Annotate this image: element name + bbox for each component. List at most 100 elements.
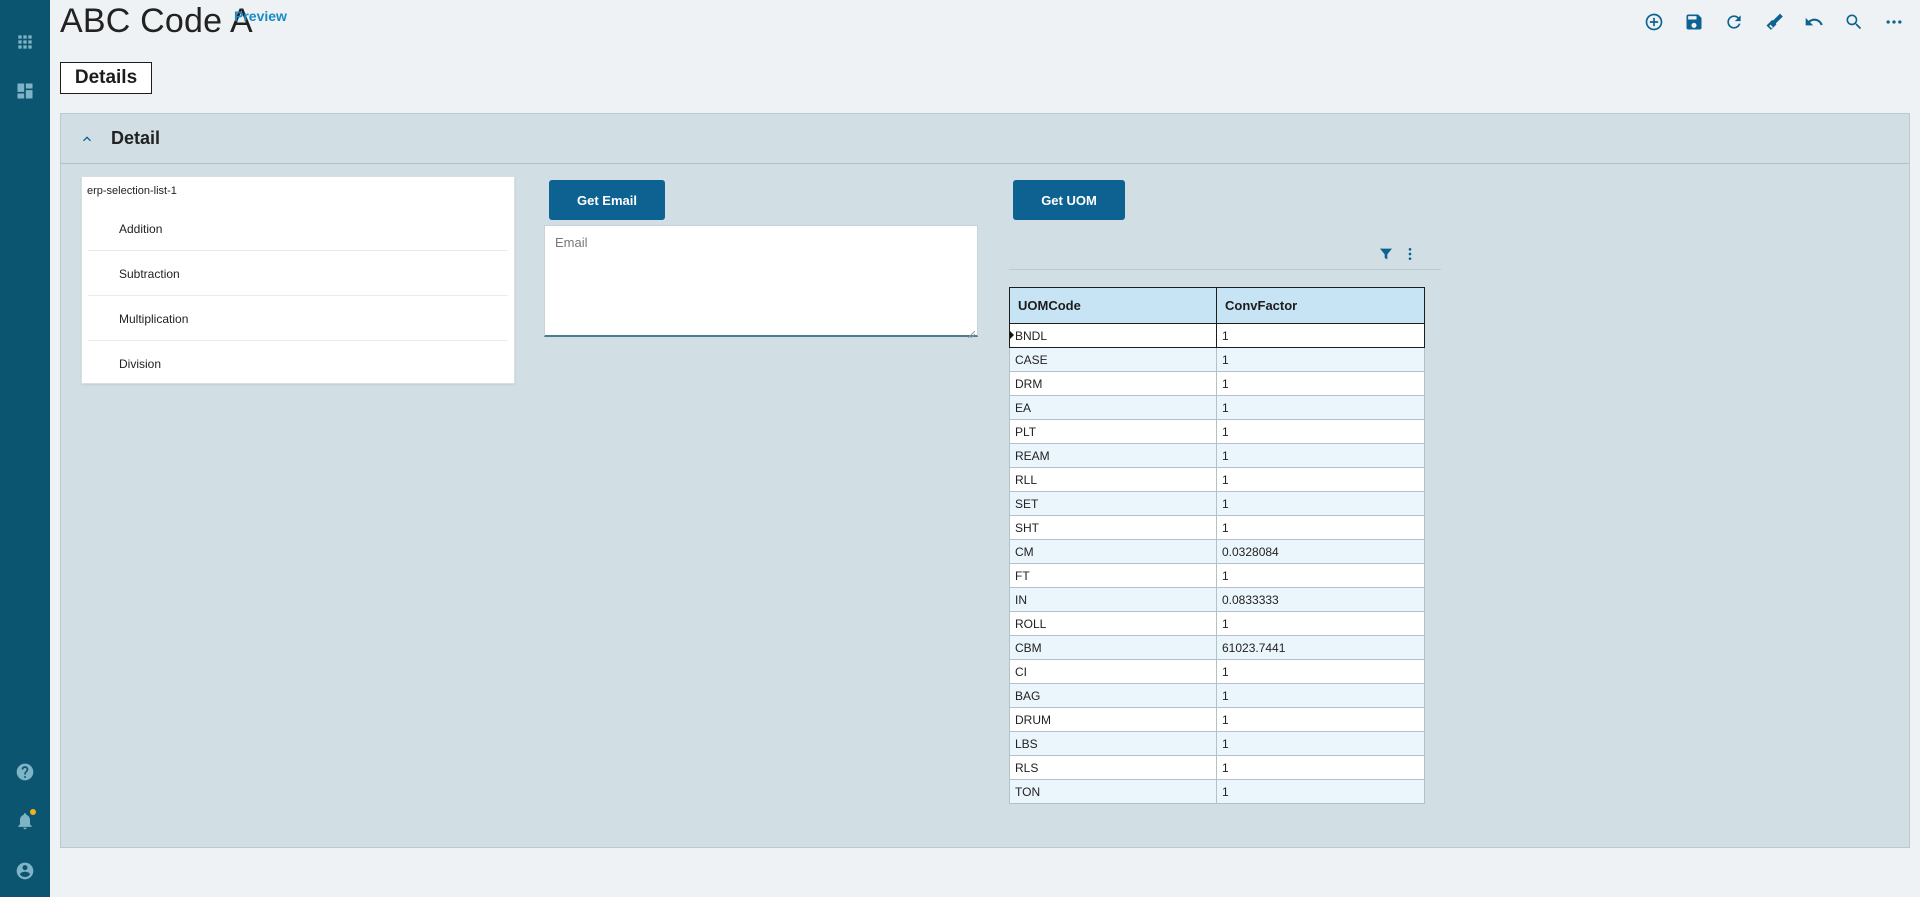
cell-convfactor[interactable]: 1: [1216, 755, 1425, 780]
cell-uomcode[interactable]: LBS: [1009, 731, 1217, 756]
help-icon[interactable]: [13, 760, 37, 784]
save-icon[interactable]: [1682, 10, 1706, 34]
more-vertical-icon[interactable]: [1401, 245, 1419, 263]
filter-icon[interactable]: [1377, 245, 1395, 263]
cell-uomcode[interactable]: BNDL: [1009, 323, 1217, 348]
cell-uomcode[interactable]: CASE: [1009, 347, 1217, 372]
table-row[interactable]: CM 0.0328084: [1009, 539, 1425, 564]
cell-convfactor[interactable]: 0.0833333: [1216, 587, 1425, 612]
row-indicator-icon: [1010, 331, 1014, 339]
table-row[interactable]: FT 1: [1009, 563, 1425, 588]
table-row[interactable]: DRUM 1: [1009, 707, 1425, 732]
cell-uomcode[interactable]: CM: [1009, 539, 1217, 564]
left-rail: [0, 0, 50, 897]
email-textarea[interactable]: [545, 226, 977, 335]
user-icon[interactable]: [13, 859, 37, 883]
column-header-convfactor[interactable]: ConvFactor: [1216, 287, 1425, 324]
cell-convfactor[interactable]: 1: [1216, 683, 1425, 708]
cell-convfactor[interactable]: 1: [1216, 563, 1425, 588]
cell-convfactor[interactable]: 0.0328084: [1216, 539, 1425, 564]
cell-text: BNDL: [1015, 328, 1048, 343]
table-row[interactable]: PLT 1: [1009, 419, 1425, 444]
cell-uomcode[interactable]: SET: [1009, 491, 1217, 516]
resize-grip-icon[interactable]: [967, 325, 976, 339]
table-row[interactable]: SET 1: [1009, 491, 1425, 516]
notification-icon[interactable]: [13, 809, 37, 833]
cell-uomcode[interactable]: RLS: [1009, 755, 1217, 780]
table-row[interactable]: IN 0.0833333: [1009, 587, 1425, 612]
table-row[interactable]: CBM 61023.7441: [1009, 635, 1425, 660]
cell-convfactor[interactable]: 61023.7441: [1216, 635, 1425, 660]
cell-uomcode[interactable]: EA: [1009, 395, 1217, 420]
selection-list-label: erp-selection-list-1: [87, 185, 177, 197]
cell-convfactor[interactable]: 1: [1216, 515, 1425, 540]
selection-list: erp-selection-list-1 Addition Subtractio…: [81, 176, 515, 384]
list-item-subtraction[interactable]: Subtraction: [82, 251, 514, 296]
preview-badge[interactable]: Preview: [234, 8, 287, 24]
table-row[interactable]: LBS 1: [1009, 731, 1425, 756]
add-icon[interactable]: [1642, 10, 1666, 34]
tab-details[interactable]: Details: [60, 62, 152, 94]
clear-icon[interactable]: [1762, 10, 1786, 34]
get-email-button[interactable]: Get Email: [549, 180, 665, 220]
undo-icon[interactable]: [1802, 10, 1826, 34]
cell-uomcode[interactable]: DRUM: [1009, 707, 1217, 732]
table-row[interactable]: RLL 1: [1009, 467, 1425, 492]
detail-panel: Detail erp-selection-list-1 Addition Sub…: [60, 113, 1910, 848]
table-row[interactable]: RLS 1: [1009, 755, 1425, 780]
toolbar: [1642, 10, 1906, 34]
cell-convfactor[interactable]: 1: [1216, 659, 1425, 684]
table-row[interactable]: EA 1: [1009, 395, 1425, 420]
table-row[interactable]: DRM 1: [1009, 371, 1425, 396]
cell-uomcode[interactable]: IN: [1009, 587, 1217, 612]
cell-uomcode[interactable]: DRM: [1009, 371, 1217, 396]
detail-panel-header[interactable]: Detail: [61, 114, 1909, 164]
cell-uomcode[interactable]: CI: [1009, 659, 1217, 684]
apps-grid-icon[interactable]: [13, 30, 37, 54]
cell-convfactor[interactable]: 1: [1216, 371, 1425, 396]
refresh-icon[interactable]: [1722, 10, 1746, 34]
cell-uomcode[interactable]: CBM: [1009, 635, 1217, 660]
cell-convfactor[interactable]: 1: [1216, 491, 1425, 516]
more-icon[interactable]: [1882, 10, 1906, 34]
get-uom-button[interactable]: Get UOM: [1013, 180, 1125, 220]
table-row[interactable]: CASE 1: [1009, 347, 1425, 372]
table-row[interactable]: REAM 1: [1009, 443, 1425, 468]
cell-convfactor[interactable]: 1: [1216, 323, 1425, 348]
column-header-uomcode[interactable]: UOMCode: [1009, 287, 1217, 324]
panel-title: Detail: [111, 128, 161, 148]
table-row[interactable]: TON 1: [1009, 779, 1425, 804]
cell-uomcode[interactable]: TON: [1009, 779, 1217, 804]
cell-uomcode[interactable]: BAG: [1009, 683, 1217, 708]
uom-grid: UOMCode ConvFactor BNDL 1 CASE 1 DRM 1 EA 1 PLT 1…: [1009, 287, 1425, 804]
cell-convfactor[interactable]: 1: [1216, 731, 1425, 756]
table-row[interactable]: CI 1: [1009, 659, 1425, 684]
chevron-up-icon[interactable]: [79, 131, 95, 147]
cell-convfactor[interactable]: 1: [1216, 467, 1425, 492]
search-icon[interactable]: [1842, 10, 1866, 34]
cell-uomcode[interactable]: SHT: [1009, 515, 1217, 540]
table-row[interactable]: BAG 1: [1009, 683, 1425, 708]
table-row[interactable]: SHT 1: [1009, 515, 1425, 540]
cell-convfactor[interactable]: 1: [1216, 707, 1425, 732]
email-field[interactable]: [544, 225, 978, 339]
page-title: ABC Code A: [60, 2, 253, 40]
dashboard-icon[interactable]: [13, 79, 37, 103]
cell-uomcode[interactable]: REAM: [1009, 443, 1217, 468]
cell-convfactor[interactable]: 1: [1216, 395, 1425, 420]
cell-convfactor[interactable]: 1: [1216, 419, 1425, 444]
cell-convfactor[interactable]: 1: [1216, 443, 1425, 468]
table-row[interactable]: ROLL 1: [1009, 611, 1425, 636]
cell-uomcode[interactable]: RLL: [1009, 467, 1217, 492]
list-item-multiplication[interactable]: Multiplication: [82, 296, 514, 341]
cell-convfactor[interactable]: 1: [1216, 347, 1425, 372]
grid-toolbar: [1009, 238, 1441, 270]
list-item-division[interactable]: Division: [82, 341, 514, 386]
cell-uomcode[interactable]: PLT: [1009, 419, 1217, 444]
cell-convfactor[interactable]: 1: [1216, 779, 1425, 804]
cell-convfactor[interactable]: 1: [1216, 611, 1425, 636]
table-row[interactable]: BNDL 1: [1009, 323, 1425, 348]
cell-uomcode[interactable]: ROLL: [1009, 611, 1217, 636]
list-item-addition[interactable]: Addition: [82, 206, 514, 251]
cell-uomcode[interactable]: FT: [1009, 563, 1217, 588]
